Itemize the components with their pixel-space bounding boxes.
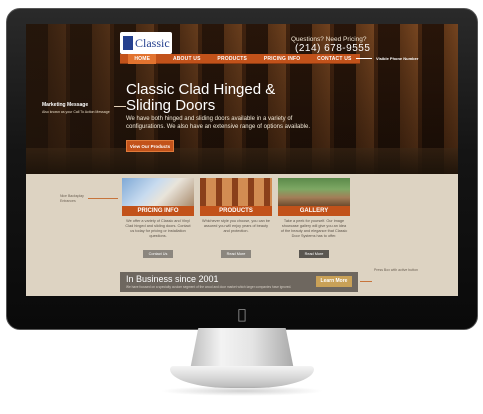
monitor-chin: 	[7, 301, 477, 329]
phone-label: Questions? Need Pricing?	[291, 36, 367, 43]
apple-logo-icon: 	[235, 307, 249, 323]
nav-contact-us[interactable]: CONTACT US	[317, 56, 351, 62]
card-products-image	[200, 178, 272, 206]
hero-floor	[26, 148, 458, 174]
card-products-text: Whichever style you choose, you can be a…	[202, 219, 270, 233]
annotation-press: Press Box with active button	[374, 268, 418, 272]
hero-description: We have both hinged and sliding doors av…	[126, 116, 311, 130]
gallery-read-more-button[interactable]: Read More	[299, 250, 329, 258]
business-title: In Business since 2001	[126, 274, 219, 284]
card-products-title[interactable]: PRODUCTS	[200, 206, 272, 216]
website-screen: Classic HOME ABOUT US PRODUCTS PRICING I…	[26, 24, 458, 296]
annotation-marketing-sub: Also known as your Call To Action Messag…	[42, 110, 110, 114]
card-gallery: GALLERY Take a peek for yourself. Our im…	[278, 178, 350, 258]
nav-pricing-info[interactable]: PRICING INFO	[264, 56, 301, 62]
products-read-more-button[interactable]: Read More	[221, 250, 251, 258]
card-gallery-title[interactable]: GALLERY	[278, 206, 350, 216]
card-pricing-info: PRICING INFO We offer a variety of Class…	[122, 178, 194, 258]
nav-about-us[interactable]: ABOUT US	[173, 56, 201, 62]
monitor-stand-neck	[190, 328, 294, 370]
logo-mark-icon	[123, 36, 133, 50]
nav-home[interactable]: HOME	[128, 53, 157, 64]
annotation-phone: Visible Phone Number	[376, 56, 419, 61]
card-products: PRODUCTS Whichever style you choose, you…	[200, 178, 272, 258]
learn-more-button[interactable]: Learn More	[316, 276, 352, 287]
card-gallery-image	[278, 178, 350, 206]
card-pricing-image	[122, 178, 194, 206]
card-pricing-title[interactable]: PRICING INFO	[122, 206, 194, 216]
main-nav: HOME ABOUT US PRODUCTS PRICING INFO CONT…	[120, 53, 360, 64]
phone-number[interactable]: (214) 678-9555	[295, 43, 370, 54]
view-products-button[interactable]: View Our Products	[126, 140, 174, 152]
monitor-shadow	[160, 386, 324, 396]
annotation-press-line	[360, 281, 372, 282]
hero-title: Classic Clad Hinged & Sliding Doors	[126, 81, 276, 114]
logo-text: Classic	[135, 35, 170, 50]
business-description: We have focused on a specialty custom se…	[126, 285, 292, 289]
nav-products[interactable]: PRODUCTS	[217, 56, 247, 62]
contact-us-button[interactable]: Contact Us	[143, 250, 173, 258]
annotation-bay-line	[88, 198, 118, 199]
annotation-marketing-title: Marketing Message	[42, 102, 89, 108]
site-logo[interactable]: Classic	[120, 32, 172, 54]
card-pricing-text: We offer a variety of Classic and Vinyl …	[125, 219, 191, 238]
annotation-bay: Nice Backsplay Entrances	[60, 194, 84, 203]
annotation-hero-line	[114, 106, 126, 107]
business-banner: In Business since 2001 We have focused o…	[120, 272, 358, 292]
monitor-stand-base	[170, 366, 314, 388]
annotation-phone-line	[356, 58, 372, 59]
card-gallery-text: Take a peek for yourself. Our image show…	[280, 219, 348, 238]
